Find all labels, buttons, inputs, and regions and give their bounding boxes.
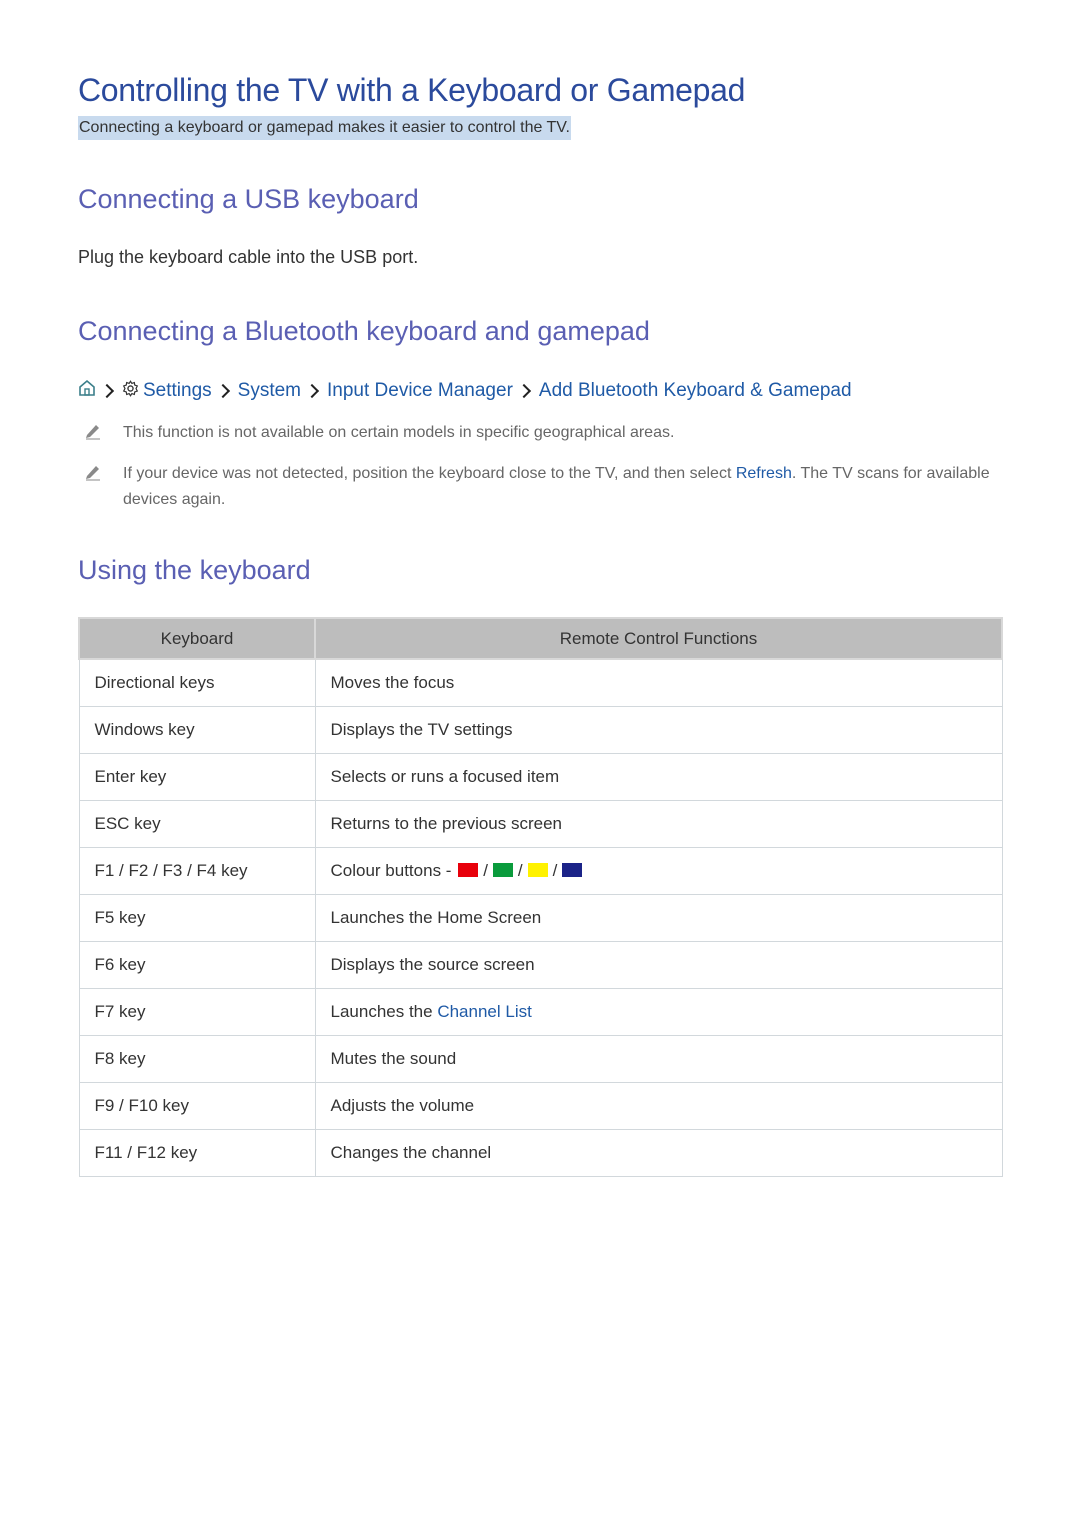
table-row: Directional keys Moves the focus — [78, 658, 1003, 707]
table-row: F5 key Launches the Home Screen — [78, 894, 1003, 942]
function-cell: Selects or runs a focused item — [314, 753, 1003, 801]
blue-button-swatch — [562, 863, 583, 877]
key-cell: Directional keys — [78, 658, 316, 707]
column-header-keyboard: Keyboard — [78, 617, 316, 660]
heading-using-keyboard: Using the keyboard — [78, 555, 311, 585]
key-cell: Enter key — [78, 753, 316, 801]
function-cell: Displays the source screen — [314, 941, 1003, 989]
table-row: F7 key Launches the Channel List — [78, 988, 1003, 1036]
key-cell: F11 / F12 key — [78, 1129, 316, 1177]
key-cell: Windows key — [78, 706, 316, 754]
table-row: F11 / F12 key Changes the channel — [78, 1129, 1003, 1177]
breadcrumb: Settings System Input Device Manager Add… — [78, 378, 852, 404]
function-cell: Colour buttons - / / / — [314, 847, 1003, 895]
page-subtitle: Connecting a keyboard or gamepad makes i… — [78, 116, 571, 140]
function-cell: Changes the channel — [314, 1129, 1003, 1177]
function-cell: Adjusts the volume — [314, 1082, 1003, 1130]
breadcrumb-input-device-manager[interactable]: Input Device Manager — [327, 380, 513, 402]
chevron-right-icon — [516, 383, 531, 399]
pencil-icon — [84, 422, 102, 440]
key-cell: ESC key — [78, 800, 316, 848]
note-availability: This function is not available on certai… — [78, 420, 1003, 446]
heading-bluetooth: Connecting a Bluetooth keyboard and game… — [78, 316, 650, 346]
chevron-right-icon — [215, 383, 230, 399]
key-cell: F7 key — [78, 988, 316, 1036]
channel-list-link[interactable]: Channel List — [437, 1002, 532, 1021]
pencil-icon — [84, 463, 102, 481]
separator: / — [552, 861, 558, 880]
key-cell: F5 key — [78, 894, 316, 942]
home-icon[interactable] — [78, 379, 96, 403]
table-row: Enter key Selects or runs a focused item — [78, 753, 1003, 801]
column-header-functions: Remote Control Functions — [314, 617, 1003, 660]
key-cell: F9 / F10 key — [78, 1082, 316, 1130]
red-button-swatch — [458, 863, 479, 877]
table-row: ESC key Returns to the previous screen — [78, 800, 1003, 848]
function-cell: Launches the Channel List — [314, 988, 1003, 1036]
usb-instruction: Plug the keyboard cable into the USB por… — [78, 247, 419, 267]
table-row: F6 key Displays the source screen — [78, 941, 1003, 989]
chevron-right-icon — [99, 383, 115, 399]
table-row: F8 key Mutes the sound — [78, 1035, 1003, 1083]
table-header-row: Keyboard Remote Control Functions — [78, 617, 1003, 660]
note-device-not-detected: If your device was not detected, positio… — [78, 461, 1003, 513]
function-cell: Moves the focus — [314, 658, 1003, 707]
yellow-button-swatch — [527, 863, 548, 877]
refresh-link[interactable]: Refresh — [736, 465, 792, 482]
function-cell: Launches the Home Screen — [314, 894, 1003, 942]
heading-usb-keyboard: Connecting a USB keyboard — [78, 184, 419, 214]
page-title: Controlling the TV with a Keyboard or Ga… — [78, 72, 746, 108]
key-cell: F1 / F2 / F3 / F4 key — [78, 847, 316, 895]
chevron-right-icon — [304, 383, 320, 399]
separator: / — [517, 861, 523, 880]
table-row: Windows key Displays the TV settings — [78, 706, 1003, 754]
keyboard-functions-table: Keyboard Remote Control Functions Direct… — [78, 617, 1003, 1177]
key-cell: F6 key — [78, 941, 316, 989]
green-button-swatch — [492, 863, 513, 877]
table-row: F9 / F10 key Adjusts the volume — [78, 1082, 1003, 1130]
breadcrumb-settings[interactable]: Settings — [143, 380, 212, 402]
function-cell: Mutes the sound — [314, 1035, 1003, 1083]
separator: / — [483, 861, 488, 880]
table-row: F1 / F2 / F3 / F4 key Colour buttons - / /… — [78, 847, 1003, 895]
gear-icon — [122, 379, 139, 403]
function-cell: Returns to the previous screen — [314, 800, 1003, 848]
key-cell: F8 key — [78, 1035, 316, 1083]
function-cell: Displays the TV settings — [314, 706, 1003, 754]
breadcrumb-add-bluetooth[interactable]: Add Bluetooth Keyboard & Gamepad — [539, 380, 852, 402]
breadcrumb-system[interactable]: System — [238, 380, 301, 402]
